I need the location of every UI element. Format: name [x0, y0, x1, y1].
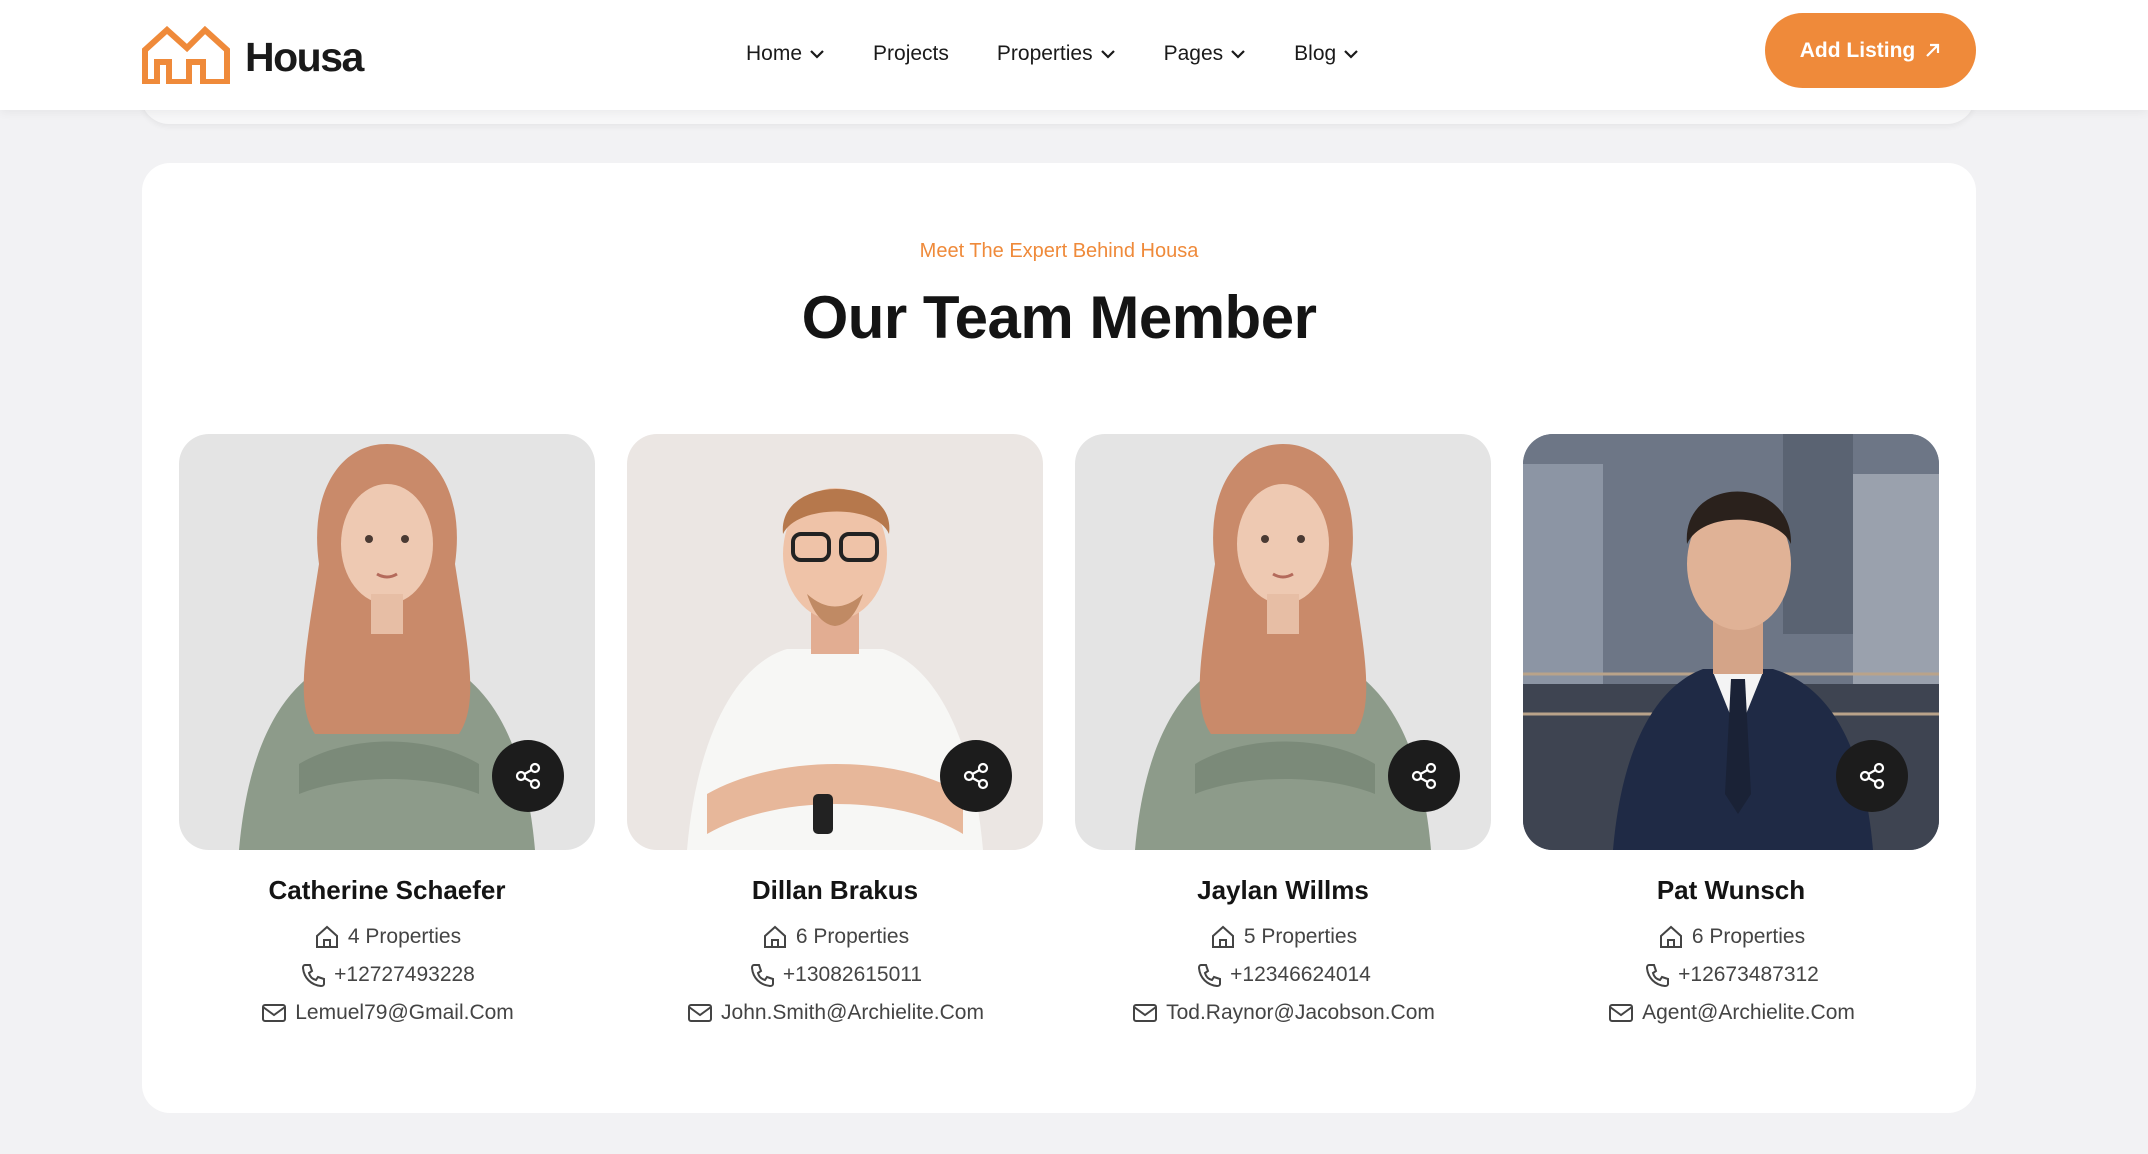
chevron-down-icon [1231, 50, 1245, 59]
member-photo[interactable] [1523, 434, 1939, 850]
chevron-down-icon [1100, 50, 1115, 59]
member-properties: 4 Properties [313, 918, 461, 956]
member-phone[interactable]: +12673487312 [1643, 956, 1819, 994]
member-properties-text: 5 Properties [1243, 925, 1358, 948]
section-eyebrow: Meet The Expert Behind Housa [919, 240, 1199, 262]
member-phone[interactable]: +12727493228 [299, 956, 475, 994]
home-icon [1211, 925, 1234, 948]
nav-item-label: Blog [1294, 42, 1337, 65]
home-icon [315, 925, 338, 948]
phone-icon [1198, 964, 1222, 988]
member-email[interactable]: John.Smith@Archielite.Com [686, 994, 984, 1032]
home-icon [763, 925, 786, 948]
share-icon [515, 762, 541, 790]
phone-icon [1646, 964, 1670, 988]
member-name[interactable]: Catherine Schaefer [179, 875, 595, 906]
team-card: Pat Wunsch 6 Properties +12673487312 Age… [1523, 434, 1939, 1032]
member-photo[interactable] [179, 434, 595, 850]
home-icon [1659, 925, 1682, 948]
member-properties: 6 Properties [1657, 918, 1805, 956]
member-email-text: Agent@Archielite.Com [1642, 1001, 1855, 1024]
team-card: Jaylan Willms 5 Properties +12346624014 … [1075, 434, 1491, 1032]
member-properties-text: 6 Properties [1691, 925, 1806, 948]
member-properties-text: 6 Properties [795, 925, 910, 948]
share-icon [963, 762, 989, 790]
member-name[interactable]: Jaylan Willms [1075, 875, 1491, 906]
member-email-text: Lemuel79@Gmail.Com [295, 1001, 514, 1024]
mail-icon [1133, 1004, 1158, 1022]
member-meta: 6 Properties +13082615011 John.Smith@Arc… [627, 918, 1043, 1032]
member-email[interactable]: Tod.Raynor@Jacobson.Com [1131, 994, 1435, 1032]
site-header: Housa Home Projects Properties Pages Blo… [0, 0, 2148, 110]
nav-item-blog[interactable]: Blog [1294, 38, 1359, 70]
member-name[interactable]: Pat Wunsch [1523, 875, 1939, 906]
share-button[interactable] [940, 740, 1012, 812]
member-meta: 4 Properties +12727493228 Lemuel79@Gmail… [179, 918, 595, 1032]
member-properties: 5 Properties [1209, 918, 1357, 956]
section-title: Our Team Member [801, 284, 1317, 351]
brand-name: Housa [245, 33, 364, 80]
member-meta: 6 Properties +12673487312 Agent@Archieli… [1523, 918, 1939, 1032]
member-email[interactable]: Lemuel79@Gmail.Com [260, 994, 514, 1032]
main-nav: Home Projects Properties Pages Blog [746, 38, 1407, 70]
share-button[interactable] [492, 740, 564, 812]
add-listing-button[interactable]: Add Listing [1765, 13, 1976, 88]
share-icon [1859, 762, 1885, 790]
chevron-down-icon [1344, 50, 1358, 59]
phone-icon [302, 964, 326, 988]
nav-item-label: Home [746, 42, 803, 65]
member-phone-text: +13082615011 [782, 963, 923, 986]
phone-icon [750, 964, 774, 988]
chevron-down-icon [810, 50, 824, 59]
nav-item-home[interactable]: Home [746, 38, 825, 70]
nav-item-label: Properties [996, 42, 1093, 65]
member-email-text: John.Smith@Archielite.Com [721, 1001, 984, 1024]
member-phone[interactable]: +13082615011 [748, 956, 922, 994]
share-icon [1411, 762, 1437, 790]
member-photo[interactable] [1075, 434, 1491, 850]
mail-icon [1609, 1004, 1634, 1022]
team-card: Dillan Brakus 6 Properties +13082615011 … [627, 434, 1043, 1032]
member-email-text: Tod.Raynor@Jacobson.Com [1166, 1001, 1435, 1024]
nav-item-properties[interactable]: Properties [997, 38, 1116, 70]
member-photo[interactable] [627, 434, 1043, 850]
member-email[interactable]: Agent@Archielite.Com [1607, 994, 1855, 1032]
nav-item-label: Pages [1163, 42, 1224, 65]
team-section: Meet The Expert Behind Housa Our Team Me… [142, 163, 1976, 1113]
mail-icon [688, 1004, 713, 1022]
member-phone-text: +12346624014 [1230, 963, 1371, 986]
member-name[interactable]: Dillan Brakus [627, 875, 1043, 906]
member-meta: 5 Properties +12346624014 Tod.Raynor@Jac… [1075, 918, 1491, 1032]
brand-logo[interactable]: Housa [141, 26, 364, 84]
share-button[interactable] [1836, 740, 1908, 812]
member-phone-text: +12727493228 [334, 963, 475, 986]
nav-item-label: Projects [873, 42, 949, 65]
member-properties: 6 Properties [761, 918, 909, 956]
house-logo-icon [142, 26, 230, 84]
arrow-up-right-icon [1926, 43, 1940, 57]
share-button[interactable] [1388, 740, 1460, 812]
nav-item-pages[interactable]: Pages [1164, 38, 1247, 70]
add-listing-label: Add Listing [1799, 38, 1916, 62]
mail-icon [262, 1004, 287, 1022]
nav-item-projects[interactable]: Projects [873, 38, 949, 70]
team-card: Catherine Schaefer 4 Properties +1272749… [179, 434, 595, 1032]
member-properties-text: 4 Properties [347, 925, 462, 948]
member-phone[interactable]: +12346624014 [1195, 956, 1371, 994]
member-phone-text: +12673487312 [1678, 963, 1819, 986]
